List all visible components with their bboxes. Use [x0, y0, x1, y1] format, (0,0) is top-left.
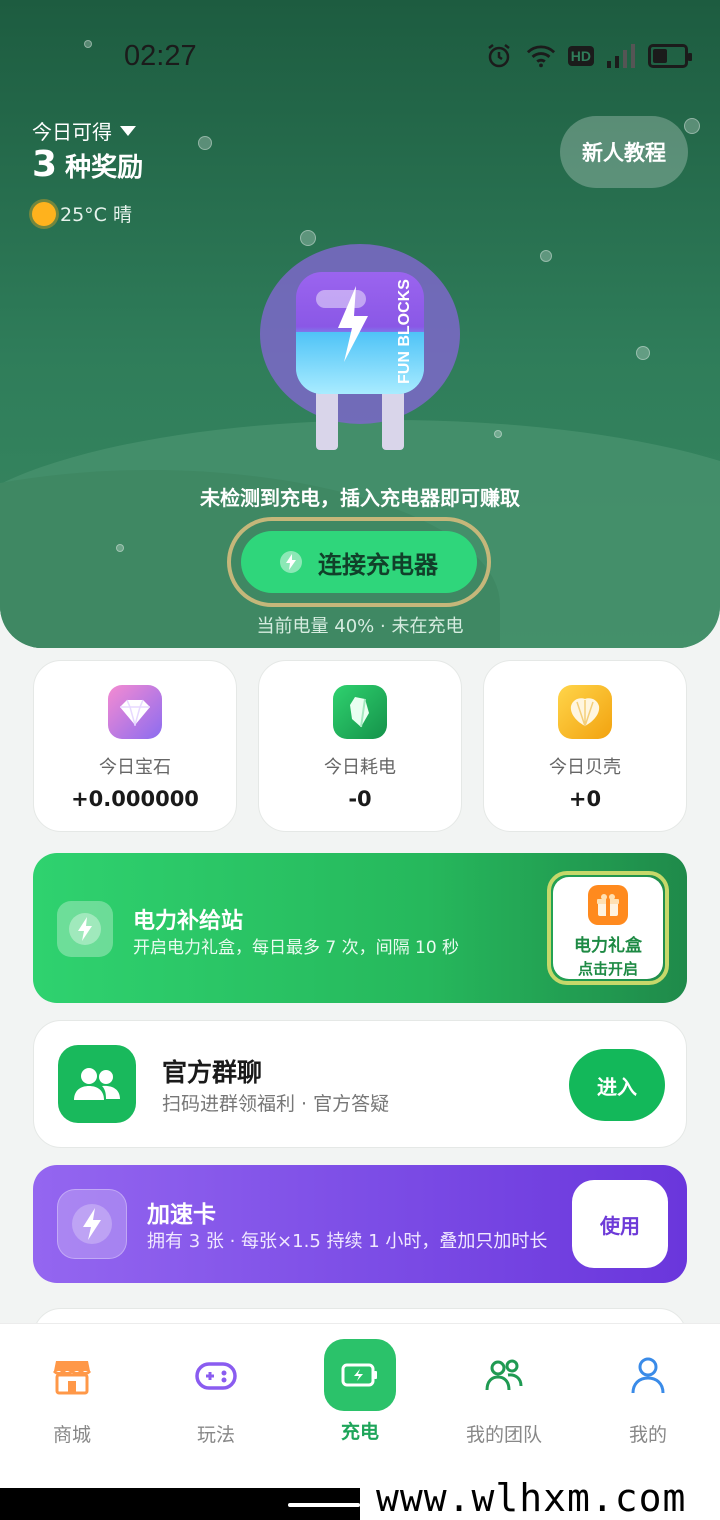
battery-status: 当前电量 40% · 未在充电: [256, 616, 464, 637]
charger-brand: FUN BLOCKS: [396, 279, 413, 384]
charger-prong: [316, 390, 338, 450]
gamepad-icon: [192, 1352, 240, 1400]
tab-label: 我的: [628, 1424, 667, 1446]
stat-label: 今日贝壳: [549, 757, 621, 778]
caret-down-icon: [120, 125, 136, 136]
status-bar: 02:27 HD: [0, 38, 720, 78]
weather-text: 25°C 晴: [60, 204, 132, 226]
lightning-icon: [338, 286, 368, 362]
reward-selector[interactable]: 今日可得: [32, 116, 136, 145]
battery-level: [653, 49, 667, 63]
home-indicator[interactable]: [288, 1503, 360, 1507]
gift-box-title: 电力礼盒: [574, 936, 642, 956]
signal-icon: [606, 42, 636, 70]
boost-title: 加速卡: [147, 1202, 216, 1228]
connect-charger-button[interactable]: 连接充电器: [241, 531, 477, 593]
power-station-subtitle: 开启电力礼盒，每日最多 7 次，间隔 10 秒: [133, 938, 460, 958]
bubble-decoration: [494, 430, 502, 438]
bubble-decoration: [636, 346, 650, 360]
watermark-text: www.wlhxm.com: [376, 1476, 687, 1520]
sun-icon: [32, 201, 56, 226]
power-station-card[interactable]: 电力补给站 开启电力礼盒，每日最多 7 次，间隔 10 秒 电力礼盒 点击开启: [33, 853, 687, 1003]
tab-label: 充电: [340, 1421, 379, 1443]
tab-label: 商城: [52, 1424, 91, 1446]
battery-charge-icon: [324, 1339, 396, 1411]
bubble-decoration: [684, 118, 700, 134]
store-icon: [48, 1352, 96, 1400]
tab-me[interactable]: 我的: [576, 1324, 720, 1454]
tab-store[interactable]: 商城: [0, 1324, 144, 1454]
lightning-icon: [57, 1189, 127, 1259]
user-icon: [624, 1352, 672, 1400]
boost-card[interactable]: 加速卡 拥有 3 张 · 每张×1.5 持续 1 小时，叠加只加时长 使用: [33, 1165, 687, 1283]
lightning-icon: [280, 551, 302, 573]
group-title: 官方群聊: [162, 1058, 263, 1087]
tab-label: 玩法: [196, 1424, 235, 1446]
weather: 25°C 晴: [32, 200, 132, 227]
gem-icon: [108, 685, 162, 739]
boost-subtitle: 拥有 3 张 · 每张×1.5 持续 1 小时，叠加只加时长: [147, 1231, 548, 1252]
bottom-tab-bar: 商城 玩法 充电 我的团队 我的: [0, 1323, 720, 1488]
group-icon: [58, 1045, 136, 1123]
reward-count: 3 种奖励: [32, 144, 143, 185]
battery-icon: [648, 44, 692, 68]
wifi-icon: [526, 42, 556, 70]
stat-value: +0.000000: [71, 787, 199, 811]
crystal-icon: [333, 685, 387, 739]
gift-box-button[interactable]: 电力礼盒 点击开启: [553, 877, 663, 979]
charger-illustration: FUN BLOCKS: [260, 244, 460, 454]
bubble-decoration: [116, 544, 124, 552]
tab-my-team[interactable]: 我的团队: [432, 1324, 576, 1454]
charger-prong: [382, 390, 404, 450]
stat-value: +0: [568, 787, 602, 811]
power-station-title: 电力补给站: [133, 909, 244, 934]
alarm-icon: [484, 42, 514, 70]
tab-charge[interactable]: 充电: [288, 1324, 432, 1454]
stat-card-shells[interactable]: 今日贝壳 +0: [483, 660, 687, 832]
connect-charger-label: 连接充电器: [318, 550, 438, 579]
stat-label: 今日耗电: [324, 757, 396, 778]
bubble-decoration: [198, 136, 212, 150]
tab-label: 我的团队: [465, 1424, 542, 1446]
stat-card-power[interactable]: 今日耗电 -0: [258, 660, 462, 832]
gift-icon: [588, 885, 628, 925]
group-subtitle: 扫码进群领福利 · 官方答疑: [162, 1093, 390, 1115]
stat-card-gems[interactable]: 今日宝石 +0.000000: [33, 660, 237, 832]
team-icon: [480, 1352, 528, 1400]
bubble-decoration: [540, 250, 552, 262]
reward-count-unit: 种奖励: [65, 153, 144, 183]
gift-box-action: 点击开启: [577, 960, 638, 978]
reward-label: 今日可得: [32, 120, 112, 144]
tutorial-button[interactable]: 新人教程: [560, 116, 688, 188]
reward-count-number: 3: [32, 144, 58, 185]
official-group-card[interactable]: 官方群聊 扫码进群领福利 · 官方答疑 进入: [33, 1020, 687, 1148]
lightning-icon: [57, 901, 113, 957]
shell-icon: [558, 685, 612, 739]
use-boost-button[interactable]: 使用: [572, 1180, 668, 1268]
hd-badge: HD: [567, 46, 594, 66]
status-icons: HD: [484, 42, 692, 70]
status-time: 02:27: [124, 40, 197, 72]
stat-value: -0: [348, 787, 372, 811]
charge-message: 未检测到充电，插入充电器即可赚取: [200, 486, 520, 510]
tab-gameplay[interactable]: 玩法: [144, 1324, 288, 1454]
enter-group-button[interactable]: 进入: [569, 1049, 665, 1121]
stat-label: 今日宝石: [99, 757, 171, 778]
